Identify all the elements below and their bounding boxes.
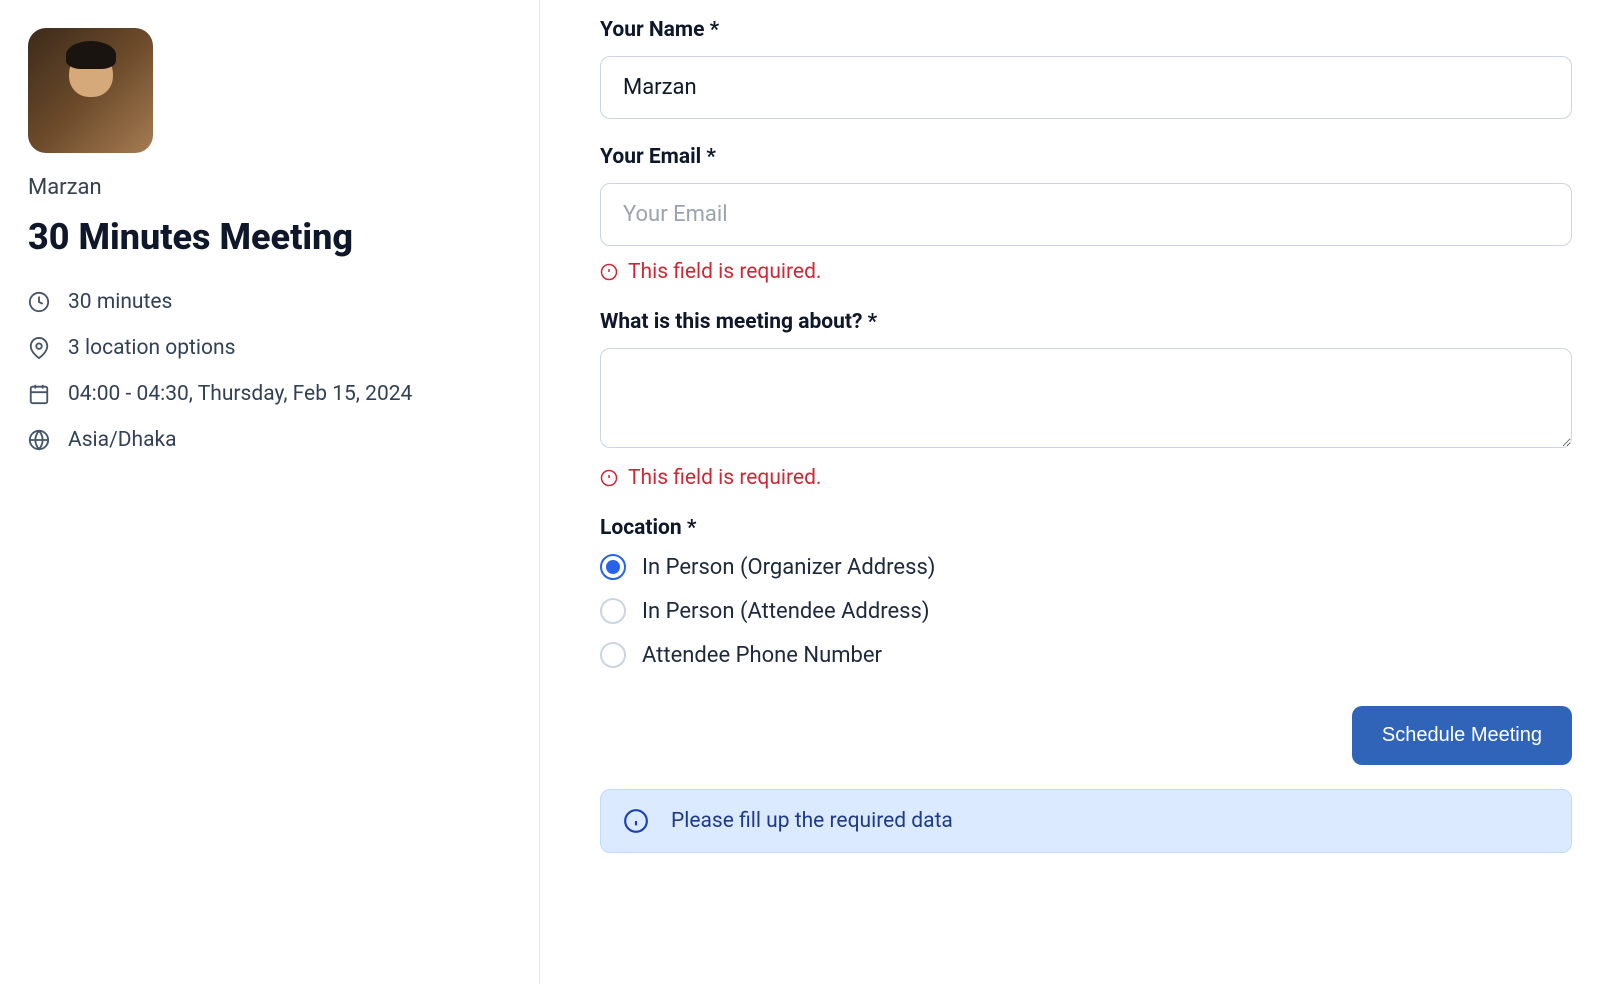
calendar-icon bbox=[28, 383, 50, 405]
name-label: Your Name * bbox=[600, 18, 1572, 42]
email-error: This field is required. bbox=[600, 260, 1572, 284]
location-options-text: 3 location options bbox=[68, 336, 235, 360]
timezone-row: Asia/Dhaka bbox=[28, 428, 511, 452]
email-field-group: Your Email * This field is required. bbox=[600, 145, 1572, 284]
location-option-phone[interactable]: Attendee Phone Number bbox=[600, 642, 1572, 668]
globe-icon bbox=[28, 429, 50, 451]
radio-label: Attendee Phone Number bbox=[642, 643, 882, 668]
info-icon bbox=[623, 808, 649, 834]
error-icon bbox=[600, 469, 618, 487]
about-error: This field is required. bbox=[600, 466, 1572, 490]
error-icon bbox=[600, 263, 618, 281]
radio-indicator bbox=[600, 554, 626, 580]
email-error-text: This field is required. bbox=[628, 260, 821, 284]
schedule-meeting-button[interactable]: Schedule Meeting bbox=[1352, 706, 1572, 765]
clock-icon bbox=[28, 291, 50, 313]
meeting-sidebar: Marzan 30 Minutes Meeting 30 minutes 3 l… bbox=[0, 0, 540, 984]
organizer-avatar bbox=[28, 28, 153, 153]
duration-row: 30 minutes bbox=[28, 290, 511, 314]
about-error-text: This field is required. bbox=[628, 466, 821, 490]
datetime-row: 04:00 - 04:30, Thursday, Feb 15, 2024 bbox=[28, 382, 511, 406]
location-pin-icon bbox=[28, 337, 50, 359]
location-options-row: 3 location options bbox=[28, 336, 511, 360]
about-field-group: What is this meeting about? * This field… bbox=[600, 310, 1572, 490]
location-radio-group: In Person (Organizer Address) In Person … bbox=[600, 554, 1572, 668]
location-field-group: Location * In Person (Organizer Address)… bbox=[600, 516, 1572, 668]
timezone-text: Asia/Dhaka bbox=[68, 428, 177, 452]
organizer-name: Marzan bbox=[28, 175, 511, 200]
radio-label: In Person (Attendee Address) bbox=[642, 599, 930, 624]
meeting-title: 30 Minutes Meeting bbox=[28, 216, 511, 258]
email-input[interactable] bbox=[600, 183, 1572, 246]
name-field-group: Your Name * bbox=[600, 18, 1572, 119]
meeting-info-list: 30 minutes 3 location options 04:00 - 04… bbox=[28, 290, 511, 452]
datetime-text: 04:00 - 04:30, Thursday, Feb 15, 2024 bbox=[68, 382, 412, 406]
location-label: Location * bbox=[600, 516, 1572, 540]
about-textarea[interactable] bbox=[600, 348, 1572, 448]
name-input[interactable] bbox=[600, 56, 1572, 119]
about-label: What is this meeting about? * bbox=[600, 310, 1572, 334]
submit-row: Schedule Meeting bbox=[600, 706, 1572, 765]
radio-label: In Person (Organizer Address) bbox=[642, 555, 935, 580]
location-option-attendee[interactable]: In Person (Attendee Address) bbox=[600, 598, 1572, 624]
booking-form: Your Name * Your Email * This field is r… bbox=[540, 0, 1600, 984]
radio-indicator bbox=[600, 642, 626, 668]
alert-text: Please fill up the required data bbox=[671, 809, 953, 833]
email-label: Your Email * bbox=[600, 145, 1572, 169]
validation-alert: Please fill up the required data bbox=[600, 789, 1572, 853]
location-option-organizer[interactable]: In Person (Organizer Address) bbox=[600, 554, 1572, 580]
radio-indicator bbox=[600, 598, 626, 624]
duration-text: 30 minutes bbox=[68, 290, 172, 314]
